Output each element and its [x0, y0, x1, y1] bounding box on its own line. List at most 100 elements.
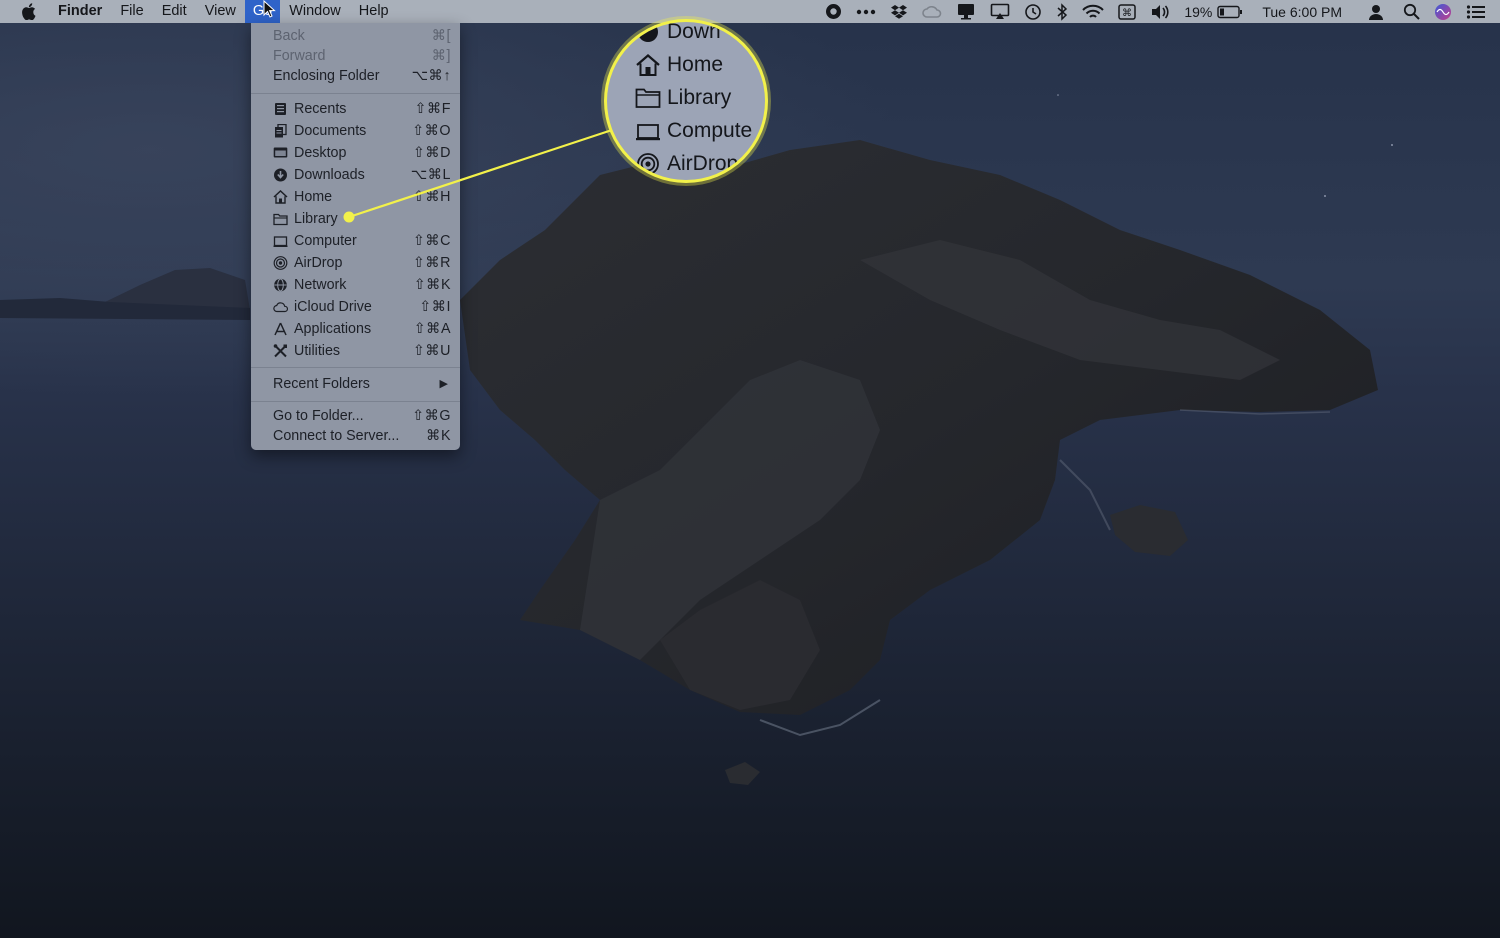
callout-label: AirDrop: [667, 152, 739, 175]
menu-item-home[interactable]: Home ⇧⌘H: [251, 186, 460, 208]
utilities-icon: [273, 344, 287, 358]
menu-item-documents[interactable]: Documents ⇧⌘O: [251, 120, 460, 142]
record-icon[interactable]: [818, 0, 849, 23]
menu-separator: [251, 401, 460, 402]
siri-icon[interactable]: [1427, 0, 1459, 23]
notification-center-icon[interactable]: [1459, 0, 1500, 23]
menu-item-label: Recents: [294, 101, 347, 117]
menu-item-computer[interactable]: Computer ⇧⌘C: [251, 230, 460, 252]
menu-item-shortcut: ⌥⌘↑: [411, 68, 451, 84]
menu-item-shortcut: ⌥⌘L: [410, 167, 451, 183]
menu-item-downloads[interactable]: Downloads ⌥⌘L: [251, 164, 460, 186]
apple-menu-icon[interactable]: [0, 0, 46, 23]
menu-item-label: iCloud Drive: [294, 299, 372, 315]
callout-label: Compute: [667, 119, 753, 142]
menu-item-applications[interactable]: Applications ⇧⌘A: [251, 318, 460, 340]
menu-item-desktop[interactable]: Desktop ⇧⌘D: [251, 142, 460, 164]
menu-item-label: Network: [294, 277, 347, 293]
menu-item-label: Library: [294, 211, 338, 227]
menu-item-shortcut: ⇧⌘D: [412, 145, 451, 161]
view-menu[interactable]: View: [196, 0, 245, 23]
battery-percent: 19%: [1184, 3, 1213, 20]
menu-separator: [251, 367, 460, 368]
menu-item-shortcut: ⇧⌘H: [412, 189, 451, 205]
edit-menu[interactable]: Edit: [153, 0, 196, 23]
menu-item-label: Applications: [294, 321, 372, 337]
mouse-cursor-icon: [263, 0, 276, 18]
callout-label: Library: [667, 86, 732, 109]
menu-item-shortcut: ⇧⌘F: [414, 101, 451, 117]
callout-row-downloads: Down: [607, 22, 765, 48]
network-icon: [274, 278, 287, 292]
callout-row-library: Library: [607, 81, 765, 114]
menu-item-shortcut: ⇧⌘U: [412, 343, 451, 359]
menu-item-label: Back: [273, 28, 305, 44]
menu-item-go-to-folder[interactable]: Go to Folder... ⇧⌘G: [251, 405, 460, 427]
dropbox-icon[interactable]: [883, 0, 915, 23]
volume-icon[interactable]: [1143, 0, 1177, 23]
keyboard-icon[interactable]: ⌘: [1111, 0, 1143, 23]
menu-item-recents[interactable]: Recents ⇧⌘F: [251, 98, 460, 120]
menu-item-library[interactable]: Library: [251, 208, 460, 230]
menu-item-label: Connect to Server...: [273, 428, 400, 444]
menu-item-shortcut: ⇧⌘I: [419, 299, 451, 315]
computer-icon: [273, 236, 288, 247]
desktop-icon: [273, 147, 288, 158]
callout-label: Home: [667, 53, 724, 76]
menu-item-airdrop[interactable]: AirDrop ⇧⌘R: [251, 252, 460, 274]
window-menu[interactable]: Window: [280, 0, 350, 23]
menu-item-label: Recent Folders: [273, 376, 370, 392]
folder-icon: [273, 213, 288, 226]
icloud-icon: [273, 302, 288, 313]
menu-item-network[interactable]: Network ⇧⌘K: [251, 274, 460, 296]
menu-item-shortcut: ⌘]: [431, 48, 451, 64]
callout-row-computer: Compute: [607, 114, 765, 147]
ellipsis-icon[interactable]: [849, 0, 883, 23]
display-icon[interactable]: [949, 0, 983, 23]
time-machine-icon[interactable]: [1017, 0, 1049, 23]
submenu-arrow-icon: ▶: [439, 378, 448, 390]
clock[interactable]: Tue 6:00 PM: [1250, 0, 1356, 23]
app-name-menu[interactable]: Finder: [46, 0, 111, 23]
menu-item-label: Home: [294, 189, 333, 205]
file-menu[interactable]: File: [111, 0, 152, 23]
battery-icon[interactable]: [1215, 0, 1250, 23]
menu-item-label: Go to Folder...: [273, 408, 364, 424]
menu-item-label: Downloads: [294, 167, 365, 183]
computer-icon: [636, 124, 660, 141]
menu-item-connect-to-server[interactable]: Connect to Server... ⌘K: [251, 425, 460, 447]
callout-label: Down: [667, 22, 721, 43]
applications-icon: [274, 322, 287, 336]
menu-item-label: AirDrop: [294, 255, 343, 271]
user-icon[interactable]: [1356, 0, 1396, 23]
menu-item-recent-folders[interactable]: Recent Folders ▶: [251, 373, 460, 395]
menu-item-shortcut: ⌘[: [431, 28, 451, 44]
menu-item-enclosing-folder[interactable]: Enclosing Folder ⌥⌘↑: [251, 65, 460, 87]
callout-row-home: Home: [607, 48, 765, 81]
recents-icon: [275, 103, 286, 115]
menu-item-label: Forward: [273, 48, 326, 64]
downloads-icon: [274, 168, 287, 182]
menu-item-shortcut: ⇧⌘A: [413, 321, 451, 337]
menu-item-label: Desktop: [294, 145, 347, 161]
menu-bar: Finder File Edit View Go Window Help ⌘ 1…: [0, 0, 1500, 23]
creative-cloud-icon[interactable]: [915, 0, 949, 23]
menu-item-back: Back ⌘[: [251, 25, 460, 47]
menu-item-shortcut: ⇧⌘R: [412, 255, 451, 271]
spotlight-icon[interactable]: [1396, 0, 1427, 23]
bluetooth-icon[interactable]: [1049, 0, 1075, 23]
menu-item-shortcut: ⇧⌘G: [412, 408, 451, 424]
documents-icon: [275, 124, 287, 138]
menu-item-icloud-drive[interactable]: iCloud Drive ⇧⌘I: [251, 296, 460, 318]
airplay-icon[interactable]: [983, 0, 1017, 23]
airdrop-icon: [637, 153, 659, 175]
menu-item-label: Documents: [294, 123, 367, 139]
help-menu[interactable]: Help: [350, 0, 398, 23]
callout-row-airdrop: AirDrop: [607, 147, 765, 180]
wifi-icon[interactable]: [1075, 0, 1111, 23]
folder-icon: [635, 88, 661, 108]
menu-item-label: Computer: [294, 233, 357, 249]
downloads-icon: [638, 22, 658, 42]
go-menu-dropdown: Back ⌘[ Forward ⌘] Enclosing Folder ⌥⌘↑ …: [251, 23, 460, 450]
menu-item-utilities[interactable]: Utilities ⇧⌘U: [251, 340, 460, 362]
